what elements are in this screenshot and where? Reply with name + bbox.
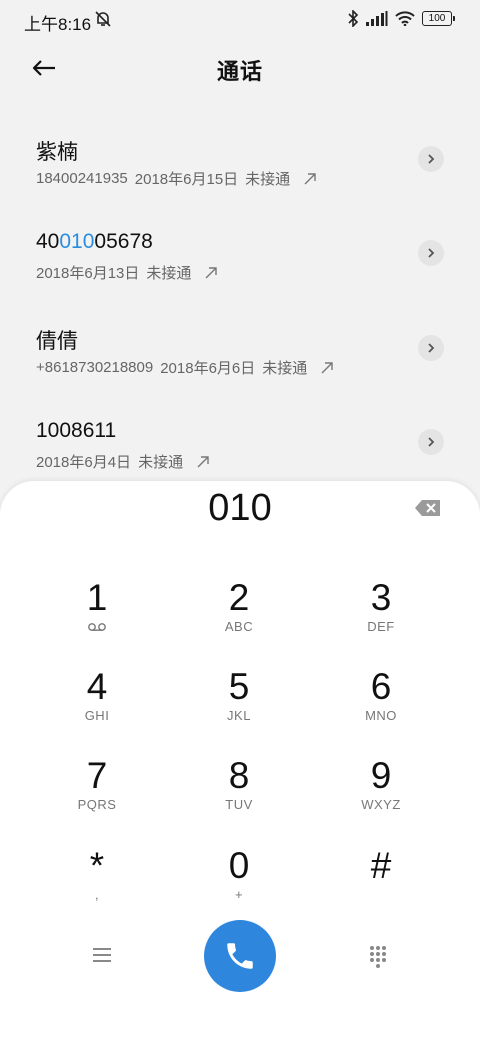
signal-icon: [366, 11, 388, 26]
detail-button[interactable]: [418, 146, 444, 172]
voicemail-icon: [88, 623, 106, 631]
backspace-icon[interactable]: [414, 498, 442, 518]
detail-button[interactable]: [418, 335, 444, 361]
battery-indicator: 100: [422, 11, 455, 26]
status-time: 上午8:16: [24, 15, 92, 34]
outgoing-call-icon: [321, 361, 333, 373]
call-status: 未接通: [146, 265, 192, 282]
alarm-off-icon: [95, 11, 111, 27]
dialpad-icon[interactable]: [368, 945, 388, 969]
call-meta: 18400241935 2018年6月15日 未接通: [36, 168, 317, 189]
call-meta: 2018年6月4日 未接通: [36, 451, 210, 472]
call-row[interactable]: 4001005678 2018年6月13日 未接通: [0, 230, 480, 310]
key-7[interactable]: 7 PQRS: [27, 755, 167, 833]
key-2[interactable]: 2 ABC: [169, 577, 309, 655]
chevron-right-icon: [428, 154, 435, 164]
key-hash[interactable]: #: [311, 845, 451, 923]
call-date: 2018年6月4日: [36, 454, 132, 471]
app-bar: 通话: [0, 48, 480, 88]
call-status: 未接通: [245, 171, 291, 188]
status-bar: 上午8:16 100: [0, 0, 480, 40]
contact-name: 紫楠: [36, 141, 78, 164]
dialed-number: 010: [208, 487, 272, 529]
key-6[interactable]: 6 MNO: [311, 666, 451, 744]
key-3[interactable]: 3 DEF: [311, 577, 451, 655]
chevron-right-icon: [428, 437, 435, 447]
call-number: +8618730218809: [36, 359, 154, 376]
key-star[interactable]: *,: [27, 845, 167, 923]
call-date: 2018年6月6日: [160, 360, 256, 377]
call-number: 18400241935: [36, 170, 128, 187]
call-row[interactable]: 倩倩 +8618730218809 2018年6月6日 未接通: [0, 325, 480, 405]
page-title: 通话: [216, 59, 263, 84]
call-date: 2018年6月13日: [36, 265, 140, 282]
call-meta: +8618730218809 2018年6月6日 未接通: [36, 357, 334, 378]
call-status: 未接通: [138, 454, 184, 471]
phone-icon: [227, 943, 253, 969]
chevron-right-icon: [428, 343, 435, 353]
call-button[interactable]: [204, 920, 276, 992]
key-1[interactable]: 1: [27, 577, 167, 655]
call-date: 2018年6月15日: [134, 171, 239, 188]
status-icons: 100: [347, 10, 455, 27]
call-meta: 2018年6月13日 未接通: [36, 262, 218, 283]
wifi-icon: [395, 11, 415, 26]
detail-button[interactable]: [418, 240, 444, 266]
outgoing-call-icon: [304, 172, 316, 184]
key-8[interactable]: 8 TUV: [169, 755, 309, 833]
call-status: 未接通: [262, 360, 308, 377]
contact-name: 4001005678: [36, 230, 153, 253]
contact-name: 1008611: [36, 419, 117, 442]
bluetooth-icon: [348, 10, 359, 27]
key-5[interactable]: 5 JKL: [169, 666, 309, 744]
chevron-right-icon: [428, 248, 435, 258]
call-row[interactable]: 紫楠 18400241935 2018年6月15日 未接通: [0, 136, 480, 216]
bottom-actions: [0, 920, 480, 995]
key-4[interactable]: 4 GHI: [27, 666, 167, 744]
outgoing-call-icon: [197, 455, 209, 467]
contact-name: 倩倩: [36, 330, 78, 353]
menu-icon[interactable]: [92, 947, 112, 963]
detail-button[interactable]: [418, 429, 444, 455]
key-0[interactable]: 0 +: [169, 845, 309, 923]
key-9[interactable]: 9 WXYZ: [311, 755, 451, 833]
outgoing-call-icon: [205, 266, 218, 278]
